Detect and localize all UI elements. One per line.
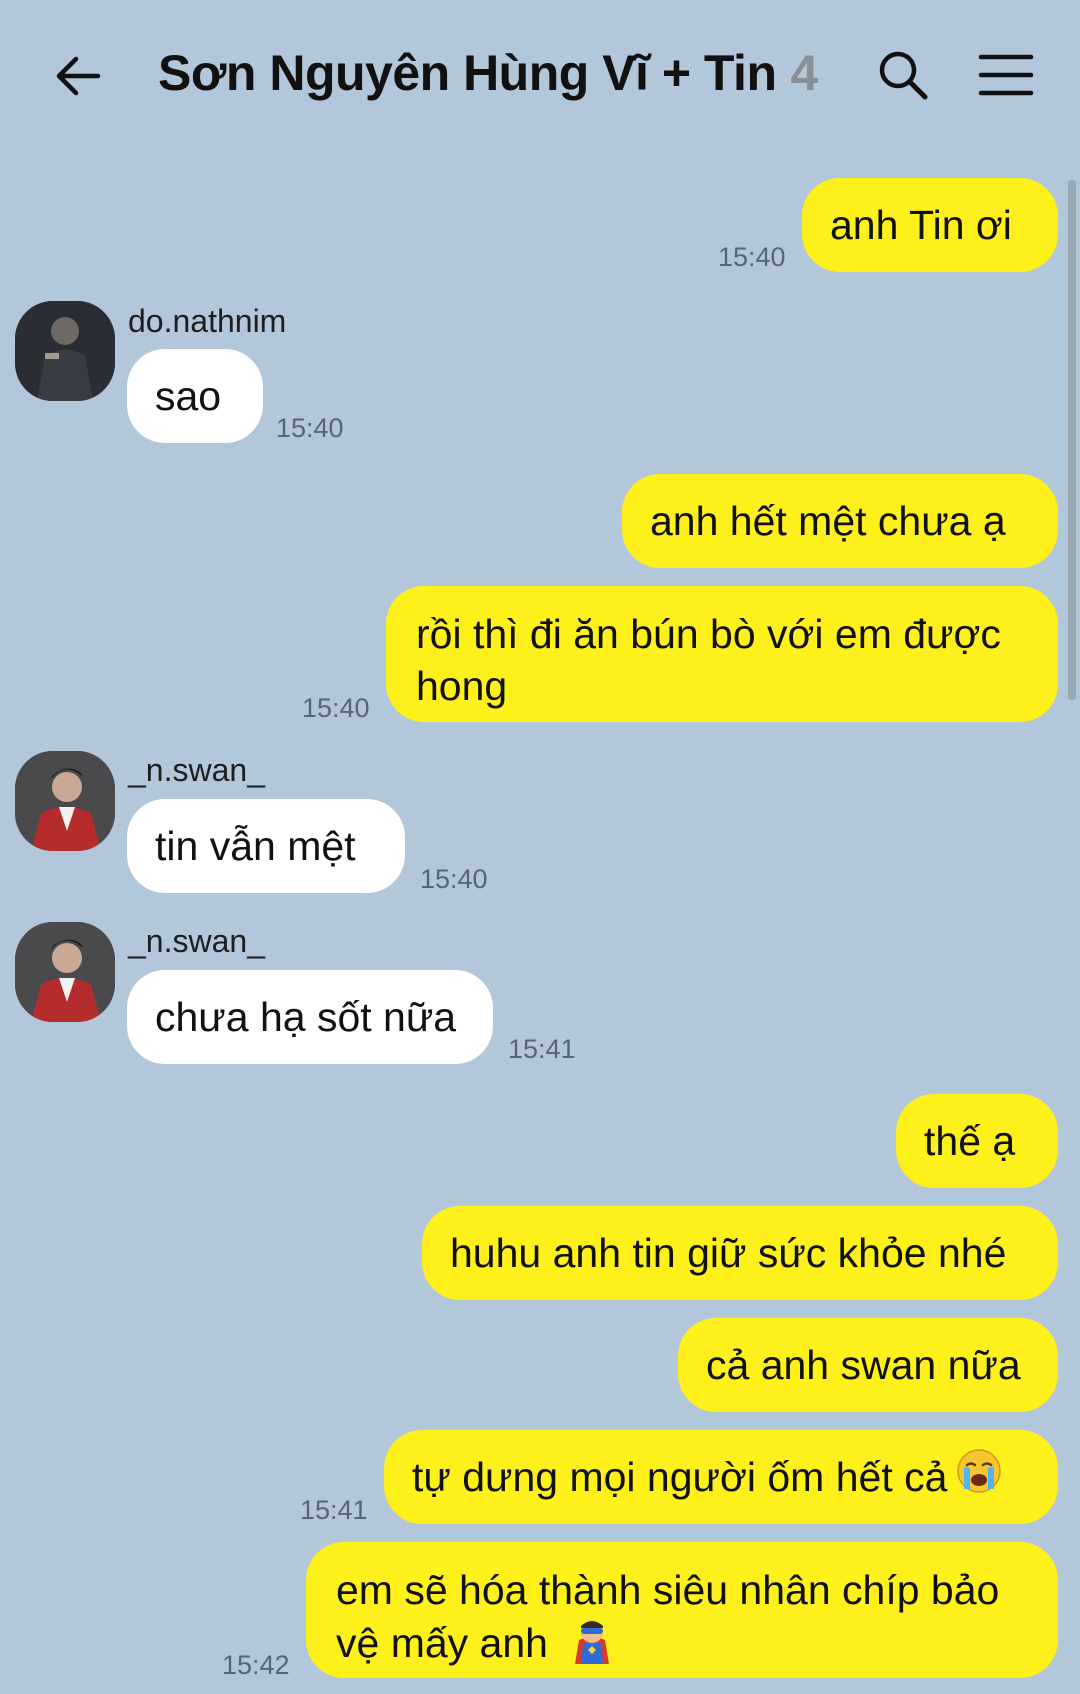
avatar[interactable] bbox=[15, 301, 115, 401]
chat-name: Sơn Nguyên Hùng Vĩ + Tin bbox=[158, 45, 777, 101]
member-count: 4 bbox=[790, 45, 819, 101]
chat-title[interactable]: Sơn Nguyên Hùng Vĩ + Tin 4 bbox=[158, 44, 818, 102]
message-bubble-outgoing[interactable]: em sẽ hóa thành siêu nhân chíp bảo vệ mấ… bbox=[306, 1542, 1058, 1678]
message-time: 15:40 bbox=[718, 242, 786, 272]
avatar[interactable] bbox=[15, 751, 115, 851]
message-time: 15:41 bbox=[300, 1495, 368, 1525]
chat-screen: Sơn Nguyên Hùng Vĩ + Tin 4 15:40 anh Tin … bbox=[0, 0, 1080, 1694]
message-time: 15:40 bbox=[302, 693, 370, 723]
message-bubble-outgoing[interactable]: thế ạ bbox=[896, 1094, 1058, 1188]
message-time: 15:40 bbox=[276, 413, 344, 443]
message-time: 15:40 bbox=[420, 864, 488, 894]
sender-name: do.nathnim bbox=[128, 303, 287, 339]
chat-header: Sơn Nguyên Hùng Vĩ + Tin 4 bbox=[0, 0, 1080, 150]
crying-face-icon bbox=[955, 1447, 1003, 1507]
message-bubble-incoming[interactable]: chưa hạ sốt nữa bbox=[127, 970, 493, 1064]
avatar[interactable] bbox=[15, 922, 115, 1022]
back-arrow-icon[interactable] bbox=[52, 50, 104, 102]
message-text: em sẽ hóa thành siêu nhân chíp bảo vệ mấ… bbox=[336, 1567, 1000, 1666]
sender-name: _n.swan_ bbox=[128, 752, 265, 788]
message-bubble-outgoing[interactable]: cả anh swan nữa bbox=[678, 1318, 1058, 1412]
superhero-icon bbox=[567, 1616, 617, 1676]
message-bubble-outgoing[interactable]: rồi thì đi ăn bún bò với em được hong bbox=[386, 586, 1058, 722]
message-bubble-outgoing[interactable]: huhu anh tin giữ sức khỏe nhé bbox=[422, 1206, 1058, 1300]
message-bubble-outgoing[interactable]: tự dưng mọi người ốm hết cả bbox=[384, 1430, 1058, 1524]
search-icon[interactable] bbox=[876, 48, 930, 102]
message-time: 15:42 bbox=[222, 1650, 290, 1680]
message-bubble-outgoing[interactable]: anh Tin ơi bbox=[802, 178, 1058, 272]
sender-name: _n.swan_ bbox=[128, 923, 265, 959]
message-bubble-incoming[interactable]: tin vẫn mệt bbox=[127, 799, 405, 893]
message-bubble-incoming[interactable]: sao bbox=[127, 349, 263, 443]
menu-icon[interactable] bbox=[978, 52, 1034, 98]
scrollbar[interactable] bbox=[1068, 180, 1076, 700]
message-bubble-outgoing[interactable]: anh hết mệt chưa ạ bbox=[622, 474, 1058, 568]
message-text: tự dưng mọi người ốm hết cả bbox=[412, 1454, 948, 1500]
message-time: 15:41 bbox=[508, 1034, 576, 1064]
